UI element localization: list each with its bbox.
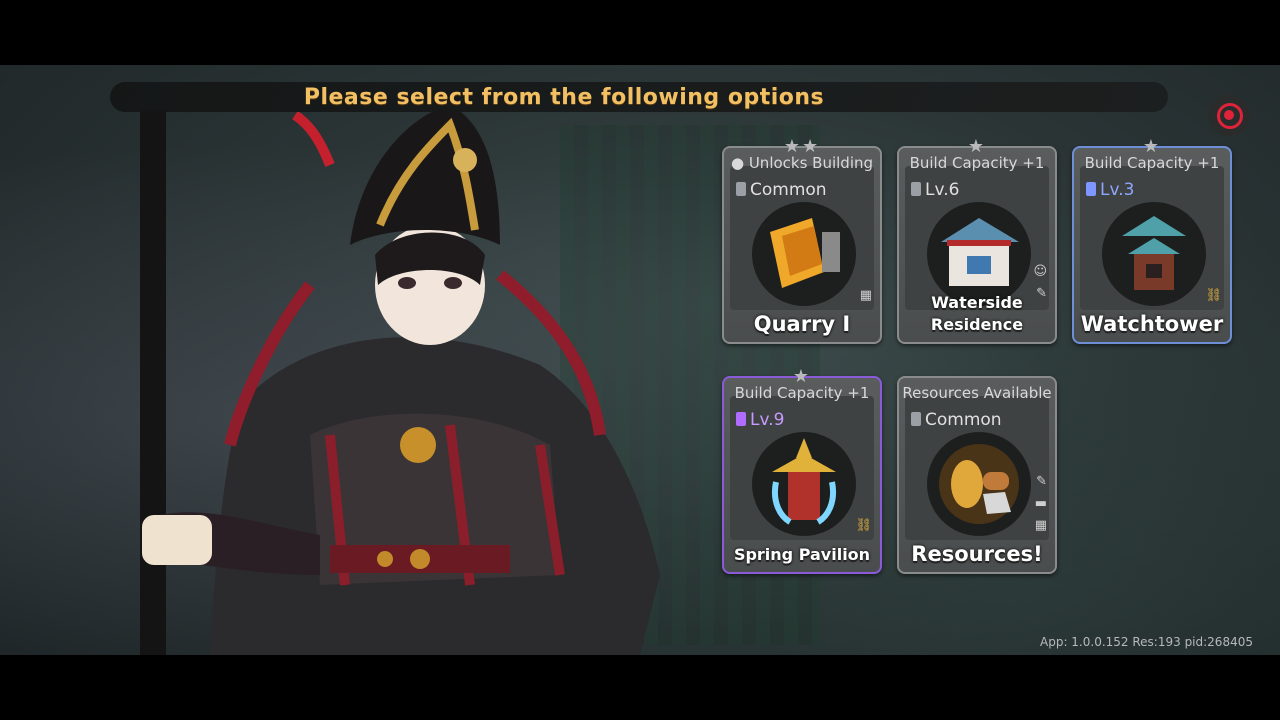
option-header: Build Capacity +1	[1084, 154, 1220, 172]
option-card-quarry[interactable]: ★★ ● Unlocks Building Common ▦ Quarry Ⅰ	[722, 136, 882, 344]
rarity-gem-icon	[736, 182, 746, 196]
watchtower-art	[1102, 202, 1206, 306]
waterside-residence-art	[927, 202, 1031, 306]
general-character-illustration	[140, 105, 660, 655]
build-info: App: 1.0.0.152 Res:193 pid:268405	[1040, 635, 1253, 649]
rarity-gem-icon	[911, 412, 921, 426]
rarity-tag: Common	[736, 180, 827, 200]
level-gem-icon	[1086, 182, 1096, 196]
option-title: Watchtower	[1080, 312, 1224, 336]
option-title: Resources!	[911, 542, 1043, 566]
letterbox-bottom	[0, 655, 1280, 720]
option-card-waterside-residence[interactable]: ★ Build Capacity +1 Lv.6 ☺ ✎ Waterside R…	[897, 136, 1057, 344]
level-gem-icon	[911, 182, 921, 196]
option-header: Build Capacity +1	[734, 384, 870, 402]
stone-icon: ▦	[1034, 518, 1047, 533]
wood-icon: ▬	[1034, 496, 1047, 511]
option-header: ● Unlocks Building	[730, 154, 874, 172]
level-gem-icon	[736, 412, 746, 426]
resources-art	[927, 432, 1031, 536]
level-tag: Lv.9	[736, 410, 784, 430]
spring-pavilion-art	[752, 432, 856, 536]
level-tag: Lv.6	[911, 180, 959, 200]
level-tag: Lv.3	[1086, 180, 1134, 200]
hand	[142, 515, 212, 565]
option-header: Resources Available	[902, 384, 1052, 402]
spear-shaft	[140, 110, 166, 655]
option-card-spring-pavilion[interactable]: ★ Build Capacity +1 Lv.9 ⛓ Spring Pavili…	[722, 366, 882, 574]
link-icon: ⛓	[855, 518, 872, 533]
chest-emblem	[400, 427, 436, 463]
option-title: Spring Pavilion	[733, 545, 871, 564]
option-title: Waterside Residence	[930, 293, 1024, 334]
option-card-resources[interactable]: Resources Available Common ✎ ▬ ▦ Resourc…	[897, 376, 1057, 574]
brush-icon: ✎	[1036, 474, 1047, 489]
record-button[interactable]	[1208, 94, 1250, 136]
link-icon: ⛓	[1205, 288, 1222, 303]
letterbox-top	[0, 0, 1280, 65]
stone-icon: ▦	[859, 288, 872, 303]
quarry-building-art	[752, 202, 856, 306]
option-header: Build Capacity +1	[909, 154, 1045, 172]
rarity-tag: Common	[911, 410, 1002, 430]
option-title: Quarry Ⅰ	[753, 312, 851, 336]
banner-title: Please select from the following options	[303, 85, 825, 110]
option-card-watchtower[interactable]: ★ Build Capacity +1 Lv.3 ⛓ Watchtower	[1072, 136, 1232, 344]
worker-icon: ☺	[1033, 264, 1047, 279]
